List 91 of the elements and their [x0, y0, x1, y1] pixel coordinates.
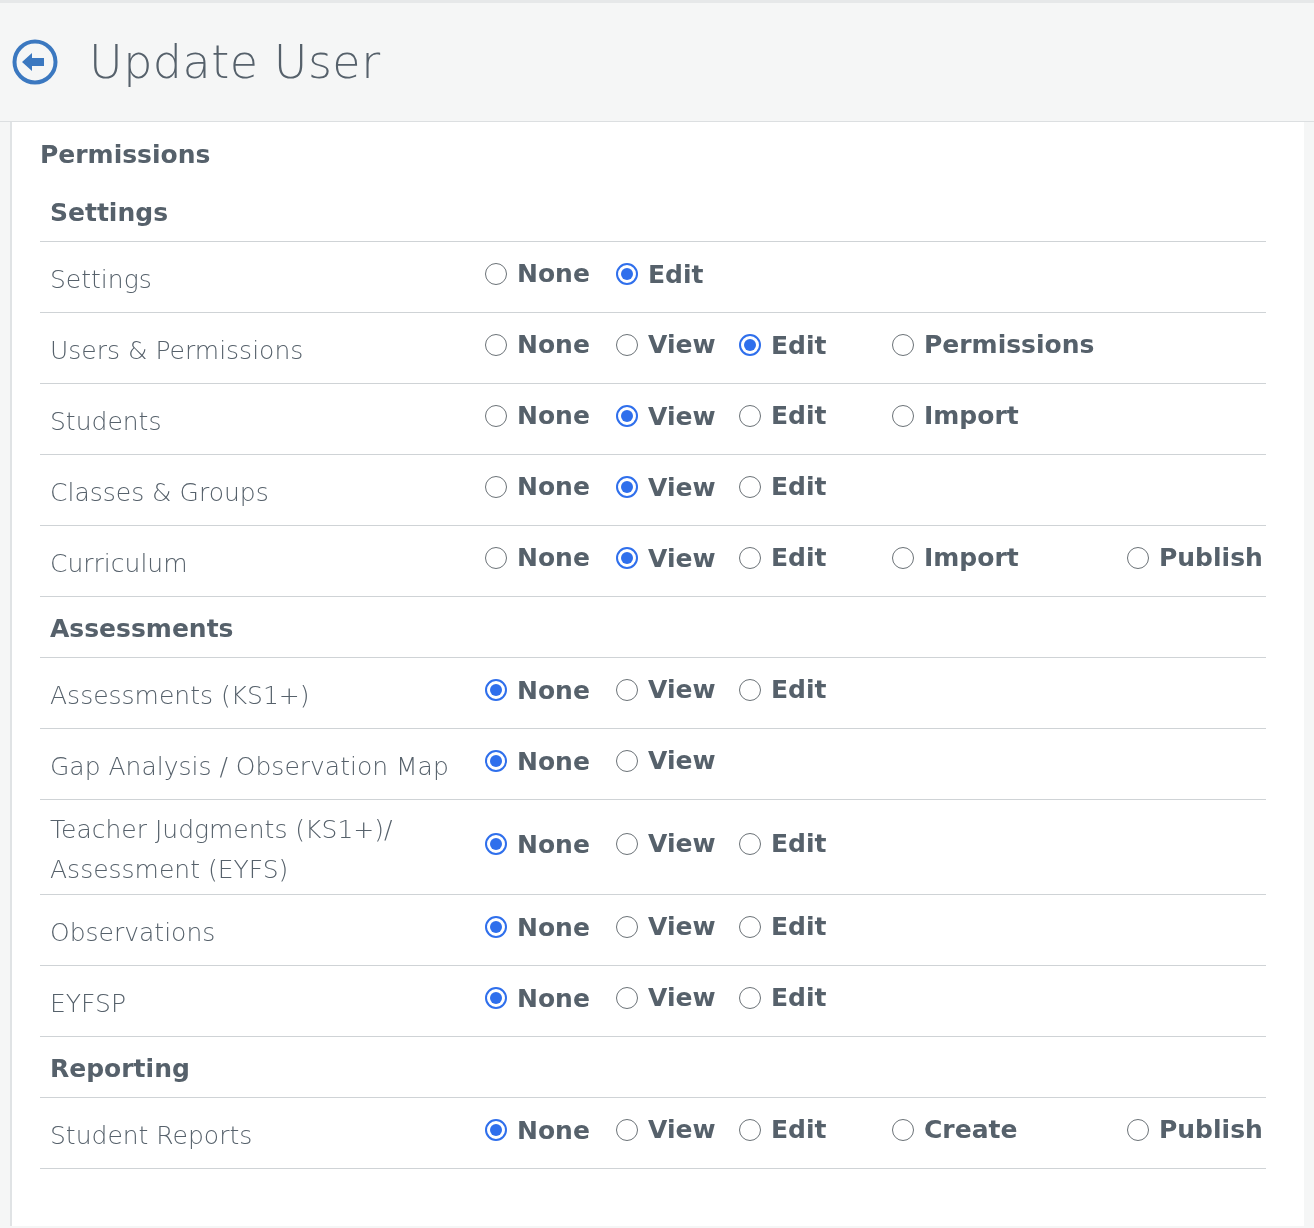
radio-option[interactable]: View	[616, 330, 716, 360]
radio-icon[interactable]	[485, 833, 507, 855]
radio-option[interactable]: View	[616, 543, 716, 573]
radio-icon[interactable]	[739, 832, 761, 855]
section-heading: Settings	[50, 197, 168, 227]
radio-icon[interactable]	[892, 404, 914, 427]
radio-option[interactable]: Edit	[739, 1115, 827, 1145]
radio-option[interactable]: View	[616, 912, 716, 942]
radio-icon[interactable]	[485, 916, 507, 938]
radio-icon[interactable]	[616, 749, 638, 772]
permission-label: Assessments (KS1+)	[50, 680, 311, 712]
radio-icon[interactable]	[485, 475, 507, 498]
panel-title: Permissions	[40, 140, 212, 169]
radio-option[interactable]: Publish	[1127, 1115, 1263, 1145]
permission-label: Settings	[50, 264, 153, 296]
radio-option[interactable]: None	[485, 543, 590, 573]
radio-icon[interactable]	[485, 1119, 507, 1141]
radio-icon[interactable]	[485, 987, 507, 1009]
radio-option[interactable]: Edit	[739, 543, 827, 573]
permission-label: Classes & Groups	[50, 477, 270, 509]
section-heading: Reporting	[50, 1053, 190, 1083]
permission-label: Gap Analysis / Observation Map	[50, 751, 450, 783]
radio-icon[interactable]	[485, 546, 507, 569]
radio-option[interactable]: View	[616, 746, 716, 776]
radio-option[interactable]: View	[616, 829, 716, 859]
radio-option[interactable]: None	[485, 829, 590, 859]
radio-icon[interactable]	[892, 546, 914, 569]
permission-label: Students	[50, 406, 163, 438]
radio-option[interactable]: None	[485, 401, 590, 431]
radio-icon[interactable]	[739, 475, 761, 498]
radio-option[interactable]: None	[485, 983, 590, 1013]
radio-icon[interactable]	[739, 334, 761, 356]
radio-option[interactable]: Edit	[739, 912, 827, 942]
radio-icon[interactable]	[739, 986, 761, 1009]
permission-label: Observations	[50, 917, 217, 949]
radio-option[interactable]: View	[616, 401, 716, 431]
radio-icon[interactable]	[1127, 1118, 1149, 1141]
radio-icon[interactable]	[616, 547, 638, 569]
radio-option[interactable]: View	[616, 983, 716, 1013]
radio-option[interactable]: View	[616, 472, 716, 502]
radio-icon[interactable]	[485, 404, 507, 427]
radio-option[interactable]: None	[485, 1115, 590, 1145]
radio-icon[interactable]	[739, 546, 761, 569]
radio-option[interactable]: None	[485, 472, 590, 502]
radio-icon[interactable]	[739, 404, 761, 427]
radio-icon[interactable]	[485, 333, 507, 356]
radio-option[interactable]: Import	[892, 401, 1019, 431]
radio-icon[interactable]	[616, 915, 638, 938]
radio-option[interactable]: View	[616, 1115, 716, 1145]
permission-label: Student Reports	[50, 1120, 254, 1152]
radio-icon[interactable]	[616, 333, 638, 356]
radio-icon[interactable]	[1127, 546, 1149, 569]
radio-option[interactable]: Edit	[739, 675, 827, 705]
radio-icon[interactable]	[485, 679, 507, 701]
radio-option[interactable]: None	[485, 330, 590, 360]
radio-icon[interactable]	[485, 262, 507, 285]
radio-option[interactable]: Import	[892, 543, 1019, 573]
radio-option[interactable]: None	[485, 912, 590, 942]
radio-option[interactable]: Create	[892, 1115, 1018, 1145]
back-icon[interactable]	[11, 38, 59, 86]
radio-option[interactable]: Permissions	[892, 330, 1095, 360]
radio-option[interactable]: Edit	[739, 330, 827, 360]
radio-icon[interactable]	[616, 678, 638, 701]
permission-label: EYFSP	[50, 988, 127, 1020]
radio-option[interactable]: Edit	[739, 472, 827, 502]
radio-icon[interactable]	[616, 263, 638, 285]
radio-option[interactable]: Edit	[739, 401, 827, 431]
radio-option[interactable]: Edit	[616, 259, 704, 289]
radio-icon[interactable]	[485, 750, 507, 772]
radio-icon[interactable]	[616, 405, 638, 427]
radio-option[interactable]: Publish	[1127, 543, 1263, 573]
radio-icon[interactable]	[739, 678, 761, 701]
radio-option[interactable]: Edit	[739, 829, 827, 859]
radio-icon[interactable]	[739, 915, 761, 938]
radio-icon[interactable]	[616, 832, 638, 855]
permission-label: Users & Permissions	[50, 335, 305, 367]
permission-label: Teacher Judgments (KS1+)/ Assessment (EYFS)	[50, 814, 394, 886]
radio-option[interactable]: None	[485, 259, 590, 289]
radio-icon[interactable]	[739, 1118, 761, 1141]
radio-icon[interactable]	[892, 333, 914, 356]
permission-label: Curriculum	[50, 548, 189, 580]
section-heading: Assessments	[50, 613, 234, 643]
radio-icon[interactable]	[616, 986, 638, 1009]
radio-option[interactable]: None	[485, 746, 590, 776]
radio-option[interactable]: None	[485, 675, 590, 705]
radio-option[interactable]: View	[616, 675, 716, 705]
radio-option[interactable]: Edit	[739, 983, 827, 1013]
radio-icon[interactable]	[892, 1118, 914, 1141]
page-title: Update User	[89, 35, 381, 89]
radio-icon[interactable]	[616, 476, 638, 498]
radio-icon[interactable]	[616, 1118, 638, 1141]
